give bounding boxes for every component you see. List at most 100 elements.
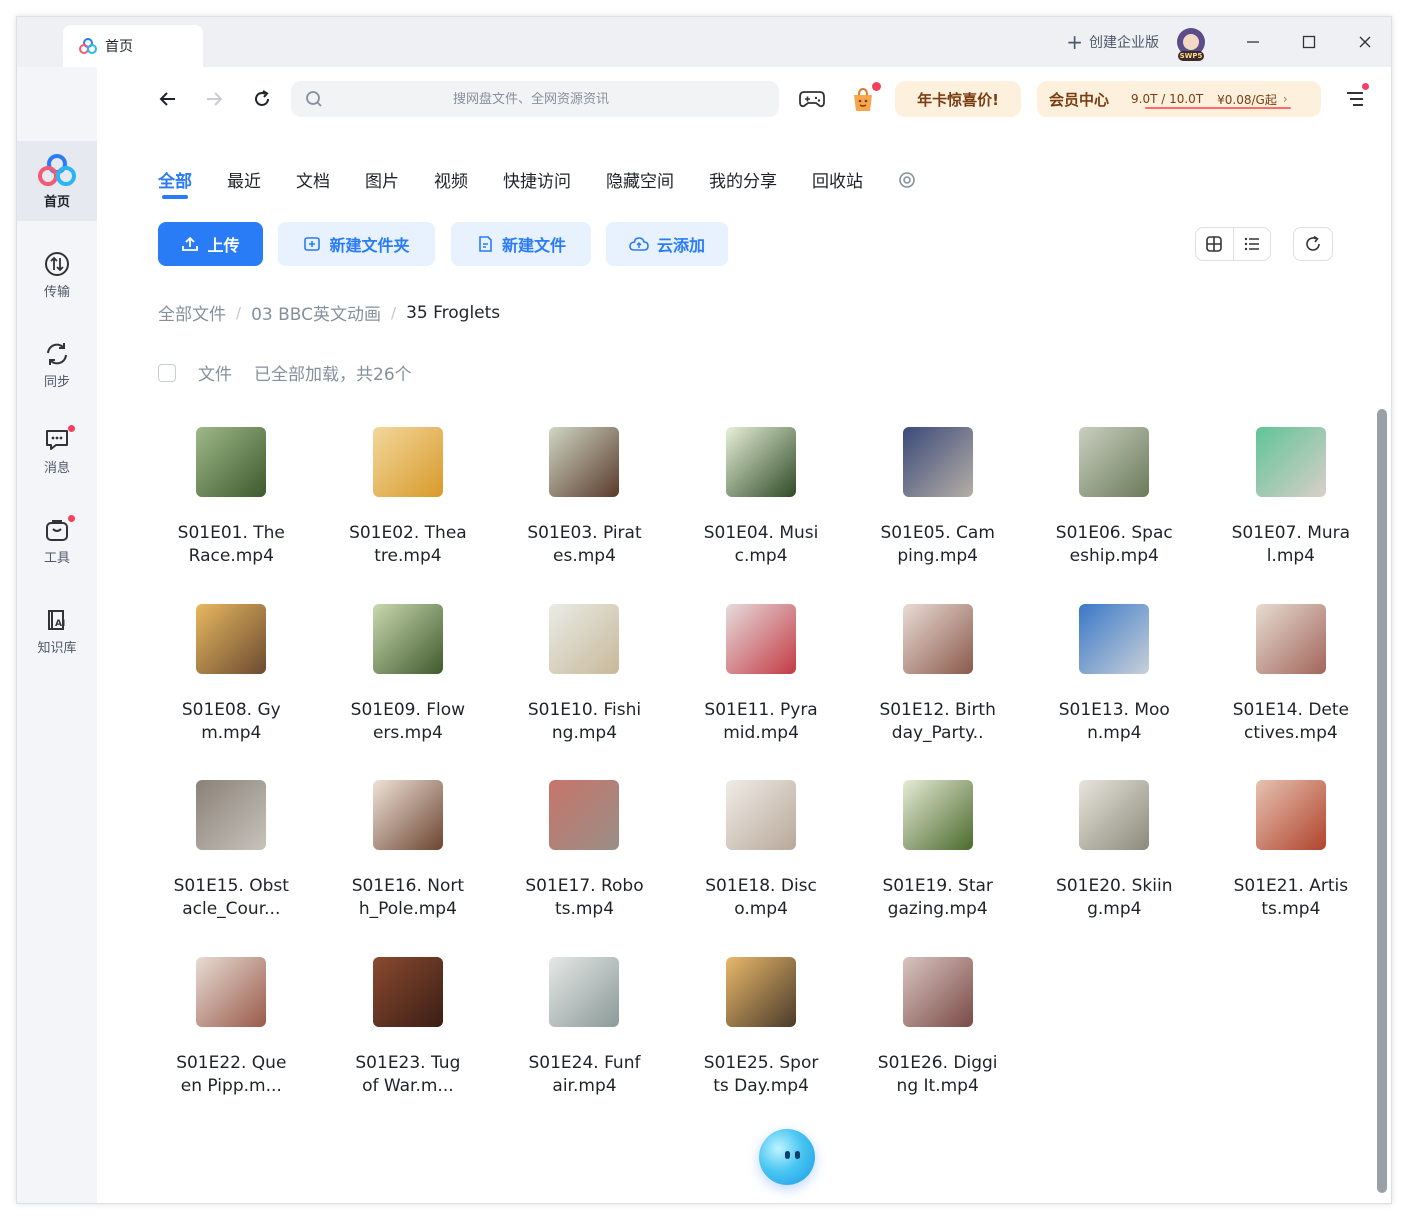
file-item[interactable]: S01E17. Robots.mp4: [496, 778, 673, 955]
tab-home[interactable]: 首页: [63, 25, 203, 67]
file-item[interactable]: S01E24. Funfair.mp4: [496, 955, 673, 1132]
create-enterprise-button[interactable]: + 创建企业版: [1066, 32, 1159, 52]
file-name: S01E22. Queen Pipp.m...: [176, 1052, 287, 1096]
menu-badge-dot: [1362, 83, 1369, 90]
file-name: S01E16. North_Pole.mp4: [351, 876, 465, 920]
storage-price: ¥0.08/G起: [1217, 92, 1277, 107]
sidebar-item-knowledge[interactable]: AI 知识库: [17, 591, 97, 671]
file-item[interactable]: S01E08. Gym.mp4: [143, 602, 320, 779]
file-name: S01E10. Fishing.mp4: [527, 699, 642, 743]
tab-settings-button[interactable]: [898, 167, 916, 207]
tab-recycle-bin[interactable]: 回收站: [812, 167, 863, 207]
video-thumbnail: [1079, 427, 1150, 497]
file-item[interactable]: S01E25. Sports Day.mp4: [673, 955, 850, 1132]
minimize-button[interactable]: [1225, 17, 1281, 67]
file-name: S01E06. Spaceship.mp4: [1055, 523, 1173, 566]
file-name: S01E09. Flowers.mp4: [350, 699, 466, 743]
file-item[interactable]: S01E05. Camping.mp4: [849, 425, 1026, 602]
search-input[interactable]: [323, 91, 779, 107]
sidebar-item-transfer[interactable]: 传输: [17, 235, 97, 315]
top-nav: 年卡惊喜价! 会员中心 9.0T / 10.0T ¥0.08/G起 ›: [97, 67, 1391, 131]
menu-button[interactable]: [1341, 83, 1369, 113]
file-item[interactable]: S01E06. Spaceship.mp4: [1026, 425, 1203, 602]
file-item[interactable]: S01E18. Disco.mp4: [673, 778, 850, 955]
file-item[interactable]: S01E20. Skiing.mp4: [1026, 778, 1203, 955]
scrollbar-thumb[interactable]: [1377, 409, 1387, 1193]
maximize-button[interactable]: [1281, 17, 1337, 67]
file-item[interactable]: S01E02. Theatre.mp4: [320, 425, 497, 602]
video-thumbnail: [1255, 780, 1326, 851]
sidebar-item-sync[interactable]: 同步: [17, 325, 97, 405]
file-item[interactable]: S01E12. Birthday_Party..: [849, 602, 1026, 779]
breadcrumb-all-files[interactable]: 全部文件: [158, 300, 226, 325]
file-item[interactable]: S01E10. Fishing.mp4: [496, 602, 673, 779]
vip-center-button[interactable]: 会员中心 9.0T / 10.0T ¥0.08/G起 ›: [1037, 81, 1321, 117]
tab-images[interactable]: 图片: [365, 167, 399, 207]
upload-button[interactable]: 上传: [158, 222, 263, 266]
sidebar-label-transfer: 传输: [43, 284, 70, 300]
file-item[interactable]: S01E01. The Race.mp4: [143, 425, 320, 602]
file-name: S01E03. Pirates.mp4: [527, 523, 642, 566]
refresh-list-button[interactable]: [1293, 227, 1333, 261]
sidebar: 首页 传输 同步 消息 工具 AI 知识库: [17, 67, 97, 1203]
file-item[interactable]: S01E07. Mural.mp4: [1203, 425, 1380, 602]
cloud-add-button[interactable]: 云添加: [606, 222, 728, 266]
file-item[interactable]: S01E16. North_Pole.mp4: [320, 778, 497, 955]
file-item[interactable]: S01E22. Queen Pipp.m...: [143, 955, 320, 1132]
file-name: S01E24. Funfair.mp4: [528, 1052, 641, 1096]
new-file-label: 新建文件: [501, 236, 566, 255]
games-button[interactable]: [797, 85, 827, 113]
file-item[interactable]: S01E03. Pirates.mp4: [496, 425, 673, 602]
tab-quick-access[interactable]: 快捷访问: [503, 167, 571, 207]
file-item[interactable]: S01E21. Artists.mp4: [1203, 778, 1380, 955]
file-item[interactable]: S01E15. Obstacle_Cour...: [143, 778, 320, 955]
maximize-icon: [1302, 35, 1316, 49]
file-item[interactable]: S01E26. Digging It.mp4: [849, 955, 1026, 1132]
promo-label: 年卡惊喜价!: [917, 90, 999, 109]
file-name: S01E15. Obstacle_Cour...: [173, 876, 289, 920]
user-avatar[interactable]: SWP5: [1177, 28, 1205, 61]
file-item[interactable]: S01E23. Tug of War.m...: [320, 955, 497, 1132]
file-item[interactable]: S01E19. Stargazing.mp4: [849, 778, 1026, 955]
tab-hidden-space[interactable]: 隐藏空间: [606, 167, 674, 207]
reload-button[interactable]: [248, 85, 276, 113]
video-thumbnail: [726, 956, 797, 1027]
sidebar-item-home[interactable]: 首页: [17, 141, 97, 221]
forward-button[interactable]: [200, 85, 228, 113]
close-button[interactable]: [1337, 17, 1391, 67]
video-thumbnail: [1079, 603, 1150, 674]
tab-all[interactable]: 全部: [158, 167, 192, 207]
sidebar-item-tools[interactable]: 工具: [17, 501, 97, 581]
video-thumbnail: [196, 956, 267, 1027]
sidebar-item-messages[interactable]: 消息: [17, 411, 97, 491]
file-item[interactable]: S01E14. Detectives.mp4: [1203, 602, 1380, 779]
breadcrumb-folder[interactable]: 03 BBC英文动画: [251, 300, 381, 325]
cloud-upload-icon: [629, 237, 649, 251]
tab-documents[interactable]: 文档: [296, 167, 330, 207]
vip-title: 会员中心: [1049, 90, 1110, 109]
tab-recent[interactable]: 最近: [227, 167, 261, 207]
ai-assistant-button[interactable]: [759, 1129, 815, 1185]
sync-icon: [47, 342, 67, 365]
file-item[interactable]: S01E11. Pyramid.mp4: [673, 602, 850, 779]
back-button[interactable]: [154, 85, 182, 113]
list-view-button[interactable]: [1234, 228, 1271, 260]
gift-button[interactable]: [847, 82, 881, 115]
assistant-eye: [795, 1151, 800, 1159]
new-folder-button[interactable]: 新建文件夹: [278, 222, 435, 266]
search-box[interactable]: [291, 81, 779, 117]
new-file-button[interactable]: 新建文件: [451, 222, 591, 266]
grid-view-button[interactable]: [1196, 228, 1234, 260]
file-name: S01E02. Theatre.mp4: [349, 523, 467, 566]
breadcrumb: 全部文件 / 03 BBC英文动画 / 35 Froglets: [158, 300, 500, 326]
storage-usage-bar: [1145, 107, 1291, 109]
baidu-cloud-small-icon: [79, 38, 97, 54]
annual-card-promo-button[interactable]: 年卡惊喜价!: [895, 81, 1021, 117]
file-item[interactable]: S01E04. Music.mp4: [673, 425, 850, 602]
title-bar: 首页 + 创建企业版 SWP5: [17, 17, 1391, 67]
tab-my-shares[interactable]: 我的分享: [709, 167, 777, 207]
select-all-checkbox[interactable]: [158, 363, 176, 382]
tab-videos[interactable]: 视频: [434, 167, 468, 207]
file-item[interactable]: S01E13. Moon.mp4: [1026, 602, 1203, 779]
file-item[interactable]: S01E09. Flowers.mp4: [320, 602, 497, 779]
